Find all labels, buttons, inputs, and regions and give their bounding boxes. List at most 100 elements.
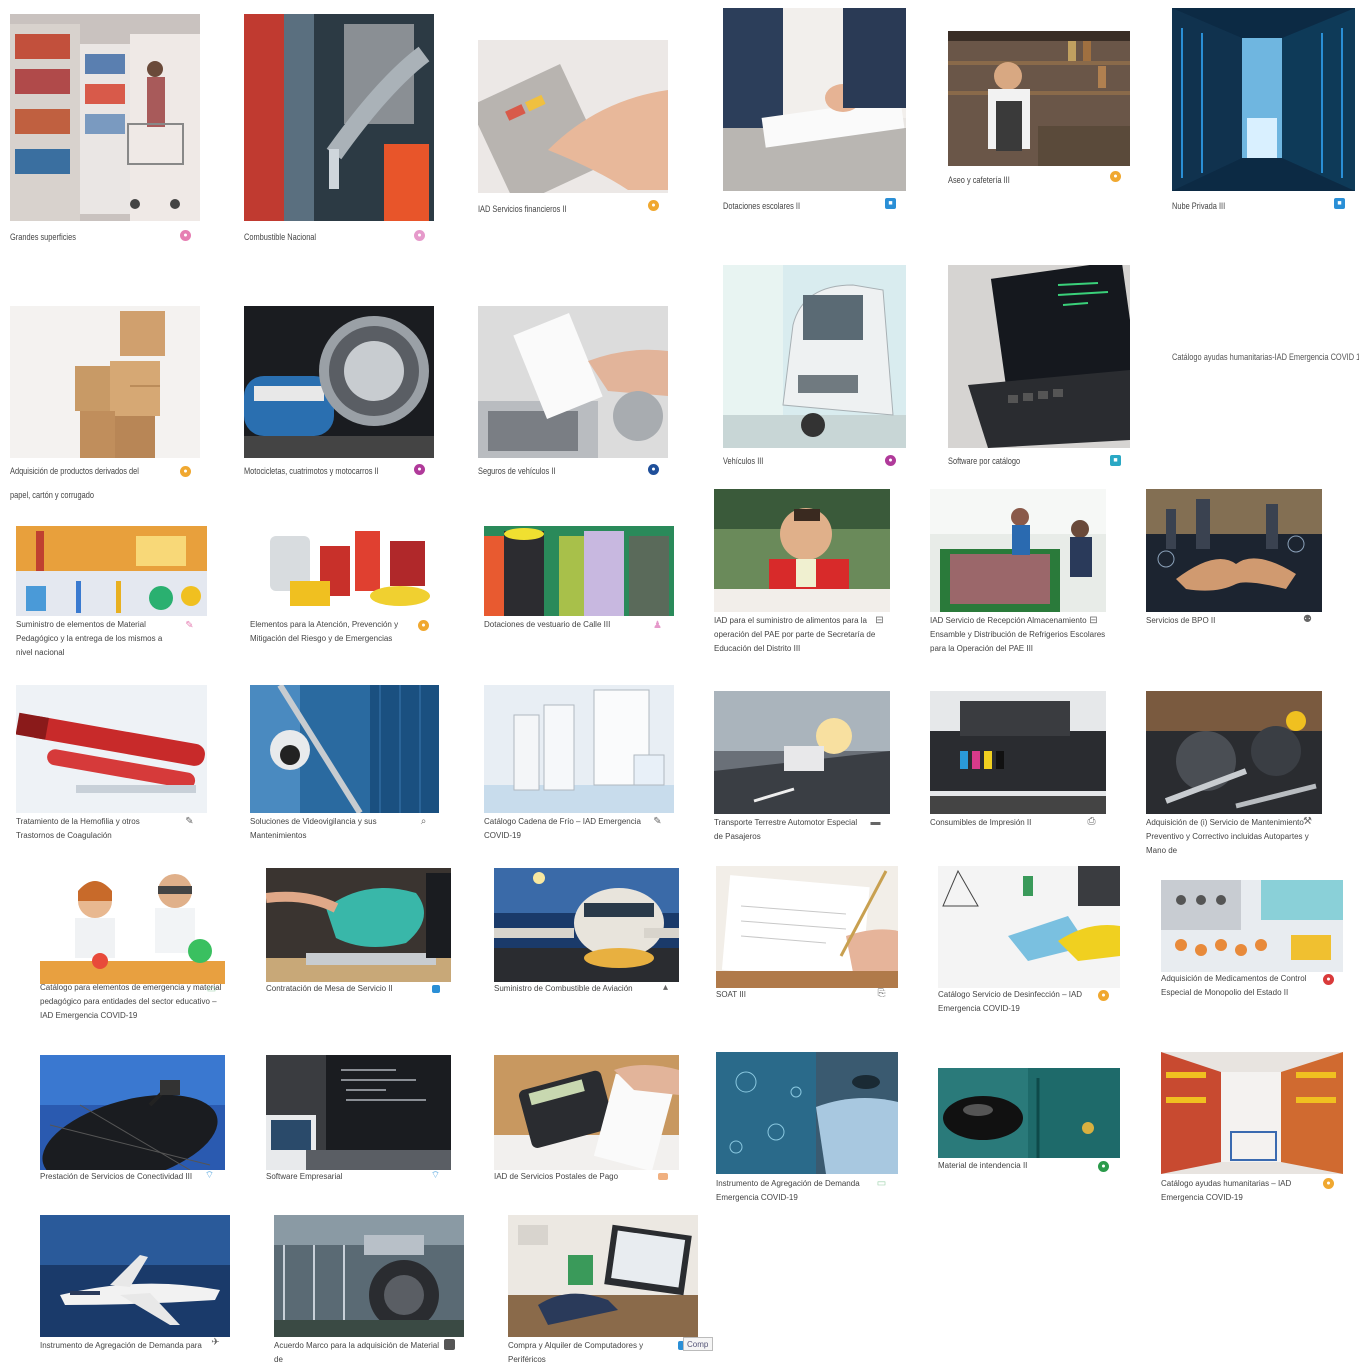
catalog-card-mantenimiento-vehiculos[interactable]: Adquisición de (i) Servicio de Mantenimi… <box>1146 691 1326 855</box>
catalog-card-acuerdo-marco-material[interactable]: Acuerdo Marco para la adquisición de Mat… <box>274 1215 466 1364</box>
card-image-laptop-code <box>948 265 1130 448</box>
card-image-cardboard-boxes <box>10 306 200 458</box>
card-image-printer <box>930 691 1106 814</box>
catalog-card-grandes-superficies[interactable]: Grandes superficies ● <box>10 14 202 244</box>
people-icon: ⚉ <box>1303 614 1312 625</box>
card-title: Dotaciones de vestuario de Calle III <box>484 620 611 629</box>
card-image-laptop-work <box>508 1215 698 1337</box>
mail-icon <box>658 1173 668 1180</box>
card-title: Contratación de Mesa de Servicio II <box>266 984 393 993</box>
card-title: Catálogo Cadena de Frío – IAD Emergencia… <box>484 817 641 840</box>
cart-icon: ● <box>180 230 191 241</box>
card-image-cafe-worker <box>948 31 1130 166</box>
catalog-card-material-pedagogico[interactable]: Suministro de elementos de Material Peda… <box>16 526 212 657</box>
card-title: Motocicletas, cuatrimotos y motocarros I… <box>244 466 379 477</box>
catalog-card-material-intendencia[interactable]: Material de intendencia II ● <box>938 1068 1123 1178</box>
card-image-satellite-dish <box>40 1055 225 1170</box>
card-title: Adquisición de (i) Servicio de Mantenimi… <box>1146 818 1309 855</box>
card-title: IAD para el suministro de alimentos para… <box>714 616 876 653</box>
card-title: Software Empresarial <box>266 1172 343 1181</box>
card-title: Software por catálogo <box>948 456 1021 467</box>
card-title: Suministro de elementos de Material Peda… <box>16 620 163 657</box>
card-title: Material de intendencia II <box>938 1161 1028 1170</box>
catalog-card-cadena-frio[interactable]: Catálogo Cadena de Frío – IAD Emergencia… <box>484 685 680 845</box>
catalog-card-combustible-aviacion[interactable]: Suministro de Combustible de Aviación ▴ <box>494 868 684 1003</box>
gift-icon: ● <box>1323 1178 1334 1189</box>
card-image-kids-science <box>40 866 225 984</box>
card-image-calculator-receipt <box>494 1055 679 1170</box>
card-image-signing-document <box>716 866 898 988</box>
card-title: Acuerdo Marco para la adquisición de Mat… <box>274 1341 439 1364</box>
catalog-card-alimentos-pae[interactable]: IAD para el suministro de alimentos para… <box>714 489 894 657</box>
catalog-card-vestuario-calle[interactable]: Dotaciones de vestuario de Calle III ♟ <box>484 526 680 650</box>
catalog-card-atencion-emergencias[interactable]: Elementos para la Atención, Prevención y… <box>250 526 446 650</box>
tools-icon: ⚒ <box>1303 816 1312 827</box>
catalog-card-videovigilancia[interactable]: Soluciones de Videovigilancia y sus Mant… <box>250 685 446 845</box>
catalog-card-elementos-emergencia-educativo[interactable]: Catálogo para elementos de emergencia y … <box>40 866 230 1026</box>
catalog-card-ayudas-humanitarias-covid[interactable]: Catálogo ayudas humanitarias – IAD Emerg… <box>1161 1052 1346 1212</box>
catalog-card-seguros-vehiculos[interactable]: Seguros de vehículos II ● <box>478 306 670 486</box>
cloud-icon: ■ <box>1334 198 1345 209</box>
card-title: Tratamiento de la Hemofilia y otros Tras… <box>16 817 140 840</box>
catalog-card-soat[interactable]: SOAT III ⎘ <box>716 866 901 1006</box>
card-title: IAD Servicios financieros II <box>478 204 567 215</box>
school-icon: ■ <box>885 198 896 209</box>
wifi-icon: ⌔ <box>430 1170 441 1181</box>
card-image-pill-blisters <box>1161 880 1343 972</box>
catalog-card-mesa-servicio[interactable]: Contratación de Mesa de Servicio II <box>266 868 456 1003</box>
catalog-card-servicios-bpo[interactable]: Servicios de BPO II ⚉ <box>1146 489 1326 629</box>
card-title: Compra y Alquiler de Computadores y Peri… <box>508 1341 644 1364</box>
catalog-card-productos-papel[interactable]: Adquisición de productos derivados del p… <box>10 306 202 506</box>
card-image-security-camera <box>250 685 439 813</box>
alert-icon: ● <box>418 620 429 631</box>
catalog-card-motocicletas[interactable]: Motocicletas, cuatrimotos y motocarros I… <box>244 306 436 486</box>
card-title: Vehículos III <box>723 456 764 467</box>
catalog-card-servicios-postales[interactable]: IAD de Servicios Postales de Pago <box>494 1055 684 1185</box>
catalog-card-hemofilia[interactable]: Tratamiento de la Hemofilia y otros Tras… <box>16 685 212 845</box>
card-title: Suministro de Combustible de Aviación <box>494 984 633 993</box>
catalog-card-consumibles-impresion[interactable]: Consumibles de Impresión II ⎙ <box>930 691 1110 841</box>
card-image-keypad <box>478 40 668 193</box>
catalog-card-computadores-perifericos[interactable]: Compra y Alquiler de Computadores y Peri… <box>508 1215 700 1364</box>
food-icon: ⊟ <box>875 615 884 626</box>
card-image-blood-tubes <box>16 685 207 813</box>
pencil-icon: ✎ <box>185 620 194 631</box>
catalog-card-desinfeccion[interactable]: Catálogo Servicio de Desinfección – IAD … <box>938 866 1123 1026</box>
catalog-card-software-empresarial[interactable]: Software Empresarial ⌔ <box>266 1055 456 1185</box>
catalog-card-aseo-y-cafeteria[interactable]: Aseo y cafetería III ● <box>948 31 1132 191</box>
card-image-cleaning-desk <box>938 866 1120 988</box>
card-image-thread-spools <box>484 526 674 616</box>
card-image-military-uniform <box>938 1068 1120 1158</box>
software-icon: ■ <box>1110 455 1121 466</box>
card-image-freezers <box>484 685 674 813</box>
card-title: Elementos para la Atención, Prevención y… <box>250 620 399 643</box>
card-title: Grandes superficies <box>10 232 76 243</box>
card-image-fuel-nozzle <box>244 14 434 221</box>
catalog-card-agregacion-demanda-covid[interactable]: Instrumento de Agregación de Demanda Eme… <box>716 1052 901 1212</box>
card-title: Catálogo para elementos de emergencia y … <box>40 983 222 1020</box>
catalog-card-conectividad[interactable]: Prestación de Servicios de Conectividad … <box>40 1055 230 1185</box>
pen-icon: ✎ <box>185 816 194 827</box>
catalog-card-software-catalogo[interactable]: Software por catálogo ■ <box>948 265 1132 475</box>
card-title: IAD Servicio de Recepción Almacenamiento… <box>930 616 1106 653</box>
card-image-white-van <box>723 265 906 448</box>
catalog-card-vehiculos[interactable]: Vehículos III ● <box>723 265 907 475</box>
document-icon: ⎘ <box>877 988 886 999</box>
plane-icon: ✈ <box>211 1337 220 1348</box>
card-title: IAD de Servicios Postales de Pago <box>494 1172 619 1181</box>
card-title: Soluciones de Videovigilancia y sus Mant… <box>250 817 377 840</box>
catalog-card-dotaciones-escolares[interactable]: Dotaciones escolares II ■ <box>723 8 907 213</box>
card-title: Servicios de BPO II <box>1146 616 1216 625</box>
catalog-link-ayudas-humanitarias[interactable]: Catálogo ayudas humanitarias-IAD Emergen… <box>1172 352 1359 363</box>
catalog-card-medicamentos-control[interactable]: Adquisición de Medicamentos de Control E… <box>1161 880 1346 1020</box>
catalog-card-nube-privada[interactable]: Nube Privada III ■ <box>1172 8 1356 213</box>
catalog-card-refrigerios-pae[interactable]: IAD Servicio de Recepción Almacenamiento… <box>930 489 1110 657</box>
catalog-card-combustible-nacional[interactable]: Combustible Nacional ● <box>244 14 436 244</box>
card-image-child-eating <box>714 489 890 612</box>
catalog-card-agregacion-demanda-aviones[interactable]: Instrumento de Agregación de Demanda par… <box>40 1215 232 1355</box>
pill-icon: ● <box>1323 974 1334 985</box>
next-card-stub[interactable]: Comp <box>683 1337 713 1351</box>
catalog-card-transporte-terrestre[interactable]: Transporte Terrestre Automotor Especial … <box>714 691 894 851</box>
chat-icon: ▭ <box>206 984 217 995</box>
catalog-card-iad-servicios-financieros[interactable]: IAD Servicios financieros II ● <box>478 40 670 220</box>
